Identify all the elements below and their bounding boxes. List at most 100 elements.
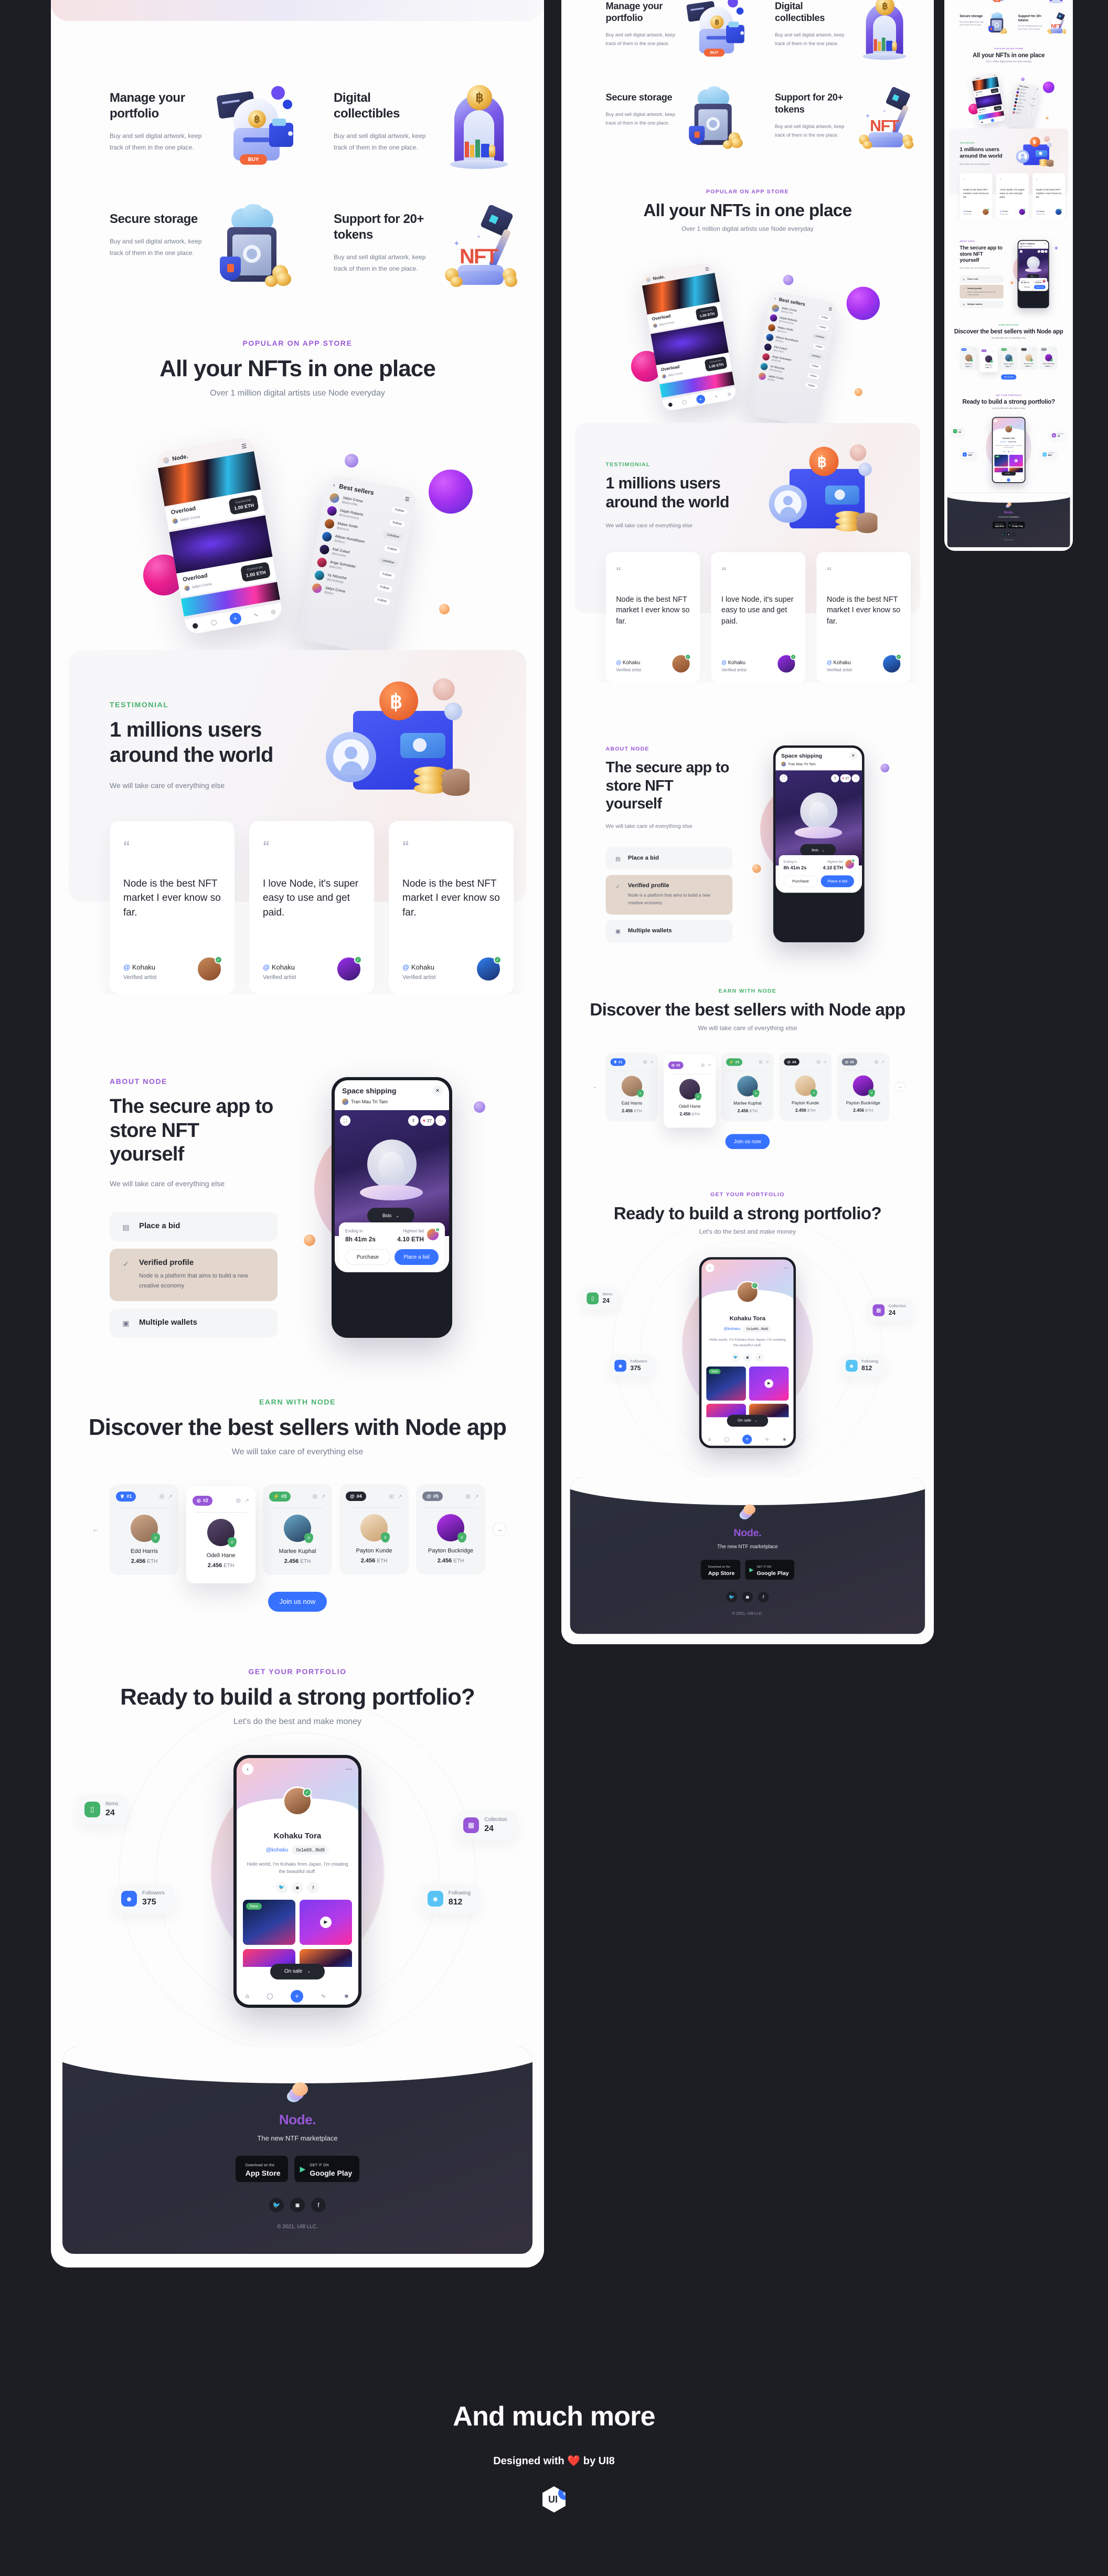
follow-button[interactable]: Follow — [375, 582, 394, 594]
nft-tile[interactable]: New — [994, 454, 1008, 467]
add-icon[interactable]: ⊞ — [1013, 349, 1014, 350]
instagram-icon[interactable]: ◙ — [290, 2198, 305, 2213]
profile-icon[interactable]: ☻ — [1021, 479, 1022, 481]
profile-icon[interactable]: ◎ — [1002, 118, 1003, 120]
add-button[interactable]: + — [695, 394, 706, 405]
facebook-icon[interactable]: f — [307, 1881, 319, 1893]
follow-button[interactable]: Follow — [817, 314, 832, 322]
activity-icon[interactable]: ∿ — [714, 394, 718, 399]
add-icon[interactable]: ⊞ — [973, 349, 974, 350]
option-multiple-wallets[interactable]: ▣ Multiple wallets — [110, 1308, 278, 1338]
option-place-a-bid[interactable]: ▤ Place a bid — [960, 275, 1004, 283]
purchase-button[interactable]: Purchase — [783, 875, 818, 888]
follow-button[interactable]: Follow — [1028, 114, 1034, 118]
instagram-icon[interactable]: ◙ — [292, 1881, 303, 1893]
best-sellers-phone[interactable]: ‹ Best sellers ☰ Jailyn Crona @jailyn1599… — [1008, 82, 1040, 131]
external-link-icon[interactable]: ↗ — [881, 1059, 885, 1065]
seller-card[interactable]: ◎ #2 ⊞ ↗ ♕ Odell Hane 2.456 ETH — [979, 347, 998, 372]
bids-dropdown[interactable]: Bids ⌄ — [367, 1208, 414, 1224]
carousel-prev-button[interactable]: ← — [89, 1523, 102, 1536]
profile-handle[interactable]: @kohaku — [724, 1327, 741, 1331]
seller-card[interactable]: @ #5 ⊞ ↗ ♕ Payton Buckridge 2.456 ETH — [1039, 346, 1058, 370]
add-button[interactable]: + — [742, 1434, 752, 1444]
like-button[interactable]: ♥ 27 — [420, 1115, 434, 1126]
app-store-button[interactable]: Download on the App Store — [235, 2156, 288, 2183]
join-us-button[interactable]: Join us now — [725, 1134, 770, 1149]
option-verified-profile[interactable]: ✓ Verified profile Node is a platform th… — [960, 284, 1004, 299]
seller-card[interactable]: @ #4 ⊞ ↗ ♕ Payton Kunde 2.456 ETH — [1019, 346, 1038, 370]
facebook-icon[interactable]: f — [758, 1591, 769, 1603]
add-icon[interactable]: ⊞ — [466, 1493, 471, 1500]
external-link-icon[interactable]: ↗ — [1015, 349, 1016, 350]
home-icon[interactable]: ⌂ — [246, 1993, 249, 1999]
option-place-a-bid[interactable]: ▤ Place a bid — [605, 847, 733, 870]
carousel-next-button[interactable]: → — [493, 1523, 506, 1537]
instagram-icon[interactable]: ◙ — [1007, 533, 1011, 537]
share-icon[interactable]: ⇪ — [831, 774, 839, 783]
activity-icon[interactable]: ∿ — [253, 612, 259, 618]
onsale-dropdown[interactable]: On sale ⌄ — [270, 1963, 325, 1979]
follow-button[interactable]: Follow — [804, 382, 818, 390]
search-icon[interactable]: ◯ — [1000, 479, 1002, 481]
follow-button[interactable]: Unfollow — [811, 333, 828, 342]
activity-icon[interactable]: ∿ — [1015, 479, 1016, 481]
follow-button[interactable]: Follow — [372, 595, 391, 606]
menu-icon[interactable]: ☰ — [705, 267, 710, 272]
join-us-button[interactable]: Join us now — [1001, 374, 1017, 380]
seller-card[interactable]: @ #5 ⊞ ↗ ♕ Payton Buckridge 2.456 ETH — [416, 1484, 485, 1575]
external-link-icon[interactable]: ↗ — [1055, 349, 1056, 350]
seller-card[interactable]: ◎ #2 ⊞ ↗ ♕ Odell Hane 2.456 ETH — [663, 1054, 716, 1128]
play-icon[interactable]: ▶ — [764, 1379, 773, 1388]
search-icon[interactable]: ◯ — [210, 619, 217, 626]
seller-card[interactable]: ⚡ #3 ⊞ ↗ ♕ Marlee Kuphal 2.456 ETH — [999, 346, 1018, 370]
add-icon[interactable]: ⊞ — [1052, 349, 1053, 350]
seller-card[interactable]: ♕ #1 ⊞ ↗ ♕ Edd Harris 2.456 ETH — [960, 346, 978, 370]
more-icon[interactable]: ⋯ — [435, 1115, 446, 1126]
add-icon[interactable]: ⊞ — [1032, 349, 1034, 350]
follow-button[interactable]: Follow — [388, 518, 407, 529]
onsale-dropdown[interactable]: On sale ⌄ — [1002, 471, 1016, 476]
external-link-icon[interactable]: ↗ — [649, 1059, 653, 1065]
twitter-icon[interactable]: 🐦 — [269, 2198, 284, 2213]
instagram-icon[interactable]: ◙ — [743, 1353, 752, 1362]
seller-card[interactable]: ♕ #1 ⊞ ↗ ♕ Edd Harris 2.456 ETH — [605, 1052, 658, 1122]
seller-card[interactable]: ⚡ #3 ⊞ ↗ ♕ Marlee Kuphal 2.456 ETH — [263, 1484, 332, 1575]
profile-handle[interactable]: @kohaku — [1000, 441, 1006, 443]
follow-button[interactable]: Unfollow — [382, 530, 404, 542]
more-icon[interactable]: ⋯ — [1021, 420, 1023, 422]
twitter-icon[interactable]: 🐦 — [276, 1881, 287, 1893]
about-phone[interactable]: Space shipping Tran Mau Tri Tam ✕ ⛶ ⇪ ♥ … — [773, 746, 865, 942]
fullscreen-icon[interactable]: ⛶ — [340, 1115, 350, 1126]
follow-button[interactable]: Follow — [806, 372, 821, 380]
follow-button[interactable]: Follow — [815, 323, 830, 332]
nft-tile[interactable]: New — [243, 1899, 295, 1945]
add-icon[interactable]: ⊞ — [313, 1493, 317, 1500]
external-link-icon[interactable]: ↗ — [707, 1062, 711, 1068]
menu-icon[interactable]: ☰ — [994, 74, 996, 77]
twitter-icon[interactable]: 🐦 — [726, 1591, 738, 1603]
tabbar[interactable]: ⌂ ◯ + ∿ ☻ — [237, 1987, 358, 2005]
follow-button[interactable]: Follow — [1029, 108, 1035, 111]
play-icon[interactable]: ▶ — [1014, 459, 1018, 462]
profile-icon[interactable]: ◎ — [271, 609, 276, 615]
add-icon[interactable]: ⊞ — [643, 1059, 647, 1065]
home-icon[interactable]: ⌂ — [995, 479, 996, 481]
follow-button[interactable]: Follow — [1029, 111, 1034, 114]
option-multiple-wallets[interactable]: ▣ Multiple wallets — [605, 920, 733, 942]
search-icon[interactable]: ◯ — [267, 1993, 273, 1999]
purchase-button[interactable]: Purchase — [1021, 285, 1033, 290]
add-button[interactable]: + — [1007, 478, 1010, 482]
activity-icon[interactable]: ∿ — [997, 119, 999, 120]
best-sellers-phone[interactable]: ‹ Best sellers ☰ Jailyn Crona @jailyn1599… — [297, 474, 418, 656]
external-link-icon[interactable]: ↗ — [321, 1493, 326, 1500]
activity-icon[interactable]: ∿ — [765, 1437, 769, 1442]
twitter-icon[interactable]: 🐦 — [1001, 533, 1005, 537]
seller-card[interactable]: ⚡ #3 ⊞ ↗ ♕ Marlee Kuphal 2.456 ETH — [721, 1052, 774, 1122]
carousel-prev-button[interactable]: ← — [590, 1082, 600, 1092]
add-icon[interactable]: ⊞ — [817, 1059, 821, 1065]
option-place-a-bid[interactable]: ▤ Place a bid — [110, 1212, 278, 1242]
portfolio-phone[interactable]: ‹ ⋯ ✓ Kohaku Tora @kohaku 0x1e69...f6d9 — [699, 1257, 796, 1449]
back-icon[interactable]: ‹ — [774, 296, 776, 301]
search-icon[interactable]: ◯ — [682, 400, 687, 405]
share-icon[interactable]: ⇪ — [1037, 250, 1040, 253]
